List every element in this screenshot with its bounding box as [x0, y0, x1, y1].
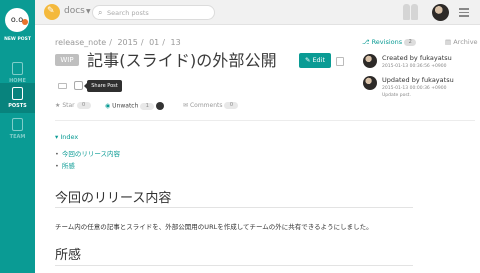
- revisions-count: 2: [404, 38, 417, 46]
- breadcrumb-item[interactable]: 01: [149, 38, 159, 47]
- paragraph: チーム内の任意の記事とスライドを、外部公開用のURLを作成してチームの外に共有で…: [55, 223, 373, 231]
- star-button[interactable]: ★ Star 0: [55, 102, 91, 109]
- team-name[interactable]: docs: [64, 6, 85, 16]
- eye-icon: ◉: [105, 102, 111, 110]
- new-post-label: NEW POST: [4, 37, 31, 42]
- archive-button[interactable]: ▤ Archive: [445, 38, 478, 46]
- star-count: 0: [76, 102, 91, 109]
- copy-icon[interactable]: [336, 57, 344, 66]
- top-bar: ✎ docs ▼ ⌕ Search posts: [35, 0, 480, 25]
- revisions-link[interactable]: ⎇ Revisions 2: [362, 38, 417, 46]
- star-icon: ★: [55, 102, 61, 109]
- nav-item-posts[interactable]: POSTS: [0, 83, 35, 113]
- new-post-button[interactable]: o.o NEW POST: [0, 0, 35, 50]
- menu-icon[interactable]: [459, 8, 469, 17]
- breadcrumb-item[interactable]: release_note: [55, 38, 106, 47]
- new-post-icon: o.o: [5, 8, 29, 32]
- divider: [55, 207, 413, 208]
- toc-item-label: 所感: [61, 162, 75, 170]
- divider: [55, 120, 475, 121]
- left-nav: o.o NEW POST HOME POSTS TEAM: [0, 0, 35, 273]
- comments-label: Comments: [189, 102, 223, 109]
- avatar[interactable]: [432, 4, 449, 21]
- toc-title: Index: [60, 133, 79, 141]
- avatar[interactable]: [363, 54, 377, 68]
- team-icon: [12, 118, 23, 131]
- revisions-label: Revisions: [371, 38, 403, 46]
- page-title: 記事(スライド)の外部公開: [87, 51, 277, 70]
- breadcrumb-item[interactable]: 2015: [117, 38, 137, 47]
- archive-icon: ▤: [445, 38, 452, 46]
- section-heading: 今回のリリース内容: [55, 191, 172, 206]
- nav-item-team[interactable]: TEAM: [0, 114, 35, 144]
- edit-button-label: Edit: [312, 56, 326, 64]
- book-icon[interactable]: [403, 4, 419, 21]
- breadcrumb-item[interactable]: 13: [171, 38, 181, 47]
- section-heading: 所感: [55, 248, 82, 263]
- toc-item[interactable]: • 今回のリリース内容: [55, 148, 120, 158]
- search-placeholder: Search posts: [107, 9, 149, 17]
- comments-count: 0: [224, 102, 239, 109]
- document-icon: [12, 87, 23, 100]
- star-label: Star: [62, 102, 75, 109]
- avatar[interactable]: [156, 102, 165, 110]
- comment-icon: ✉: [183, 102, 189, 109]
- toc-toggle[interactable]: ▾ Index: [55, 133, 78, 141]
- comments-link[interactable]: ✉ Comments 0: [183, 102, 239, 109]
- chevron-down-icon[interactable]: ▼: [86, 8, 91, 15]
- breadcrumb: release_note/ 2015/ 01/ 13: [55, 38, 181, 47]
- created-by: Created by fukayatsu: [382, 54, 452, 62]
- toc-item[interactable]: • 所感: [55, 160, 75, 170]
- search-input[interactable]: ⌕ Search posts: [92, 5, 215, 20]
- share-tooltip: Share Post: [84, 80, 122, 92]
- edit-button[interactable]: ✎ Edit: [299, 53, 331, 68]
- update-note: Update post.: [382, 93, 411, 98]
- logo-icon[interactable]: ✎: [44, 4, 60, 20]
- share-icon[interactable]: [74, 81, 83, 90]
- nav-item-label: POSTS: [8, 103, 27, 109]
- created-at: 2015-01-13 00:36:56 +0900: [382, 64, 447, 69]
- toc-item-label: 今回のリリース内容: [61, 150, 121, 158]
- wip-badge: WIP: [55, 54, 79, 66]
- unwatch-button[interactable]: ◉ Unwatch 1: [105, 102, 165, 110]
- nav-item-label: TEAM: [9, 134, 26, 140]
- search-icon: ⌕: [98, 8, 103, 17]
- watch-count: 1: [140, 102, 155, 110]
- revisions-icon: ⎇: [362, 38, 370, 46]
- post-meta-row: ★ Star 0 ◉ Unwatch 1 ✉ Comments 0: [55, 102, 355, 114]
- unwatch-label: Unwatch: [112, 102, 139, 110]
- avatar[interactable]: [363, 76, 377, 90]
- updated-by: Updated by fukayatsu: [382, 76, 454, 84]
- archive-label: Archive: [453, 38, 478, 46]
- slide-icon[interactable]: [58, 83, 67, 89]
- updated-at: 2015-01-13 00:00:36 +0900: [382, 86, 447, 91]
- divider: [55, 265, 413, 266]
- home-icon: [12, 62, 23, 75]
